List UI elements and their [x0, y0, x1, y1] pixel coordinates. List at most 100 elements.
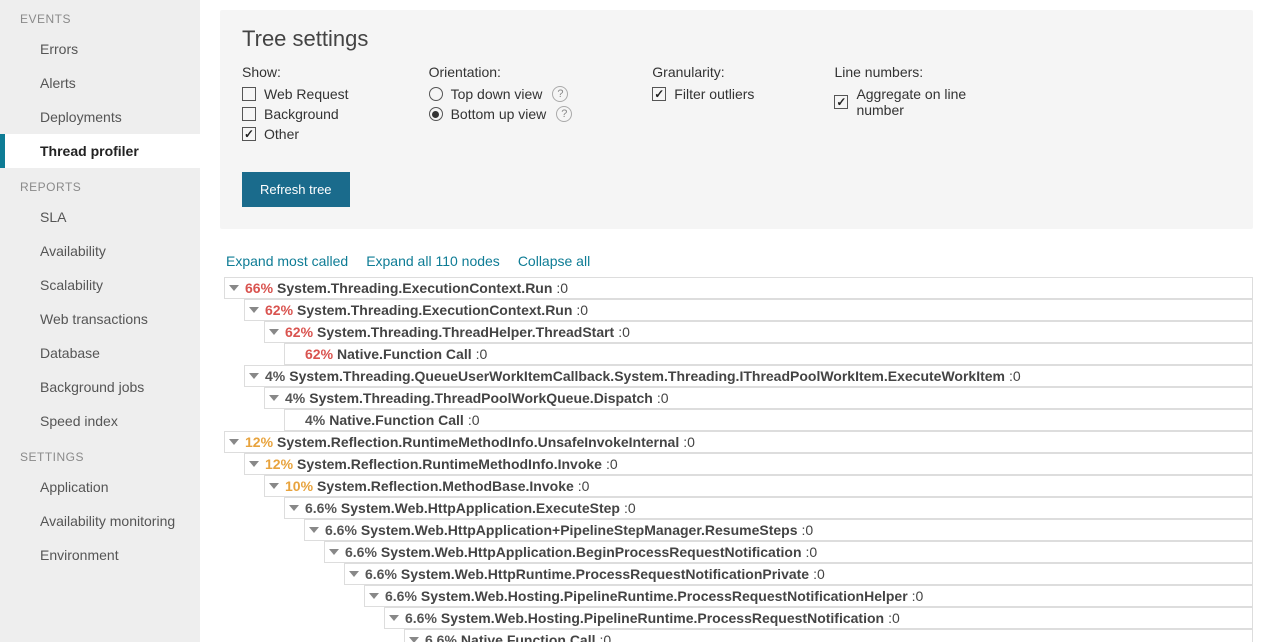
tree-row[interactable]: 6.6% System.Web.HttpApplication+Pipeline… [304, 519, 1253, 541]
checkbox-icon[interactable] [242, 87, 256, 101]
orientation-option-top[interactable]: Top down view? [429, 84, 573, 104]
option-label: Aggregate on line number [856, 86, 994, 118]
option-label: Filter outliers [674, 86, 754, 102]
help-icon[interactable]: ? [556, 106, 572, 122]
sidebar-item-background[interactable]: Background jobs [0, 370, 200, 404]
sidebar-item-thread-profiler[interactable]: Thread profiler [0, 134, 200, 168]
tree-children: 62% System.Threading.ThreadHelper.Thread… [264, 321, 1253, 365]
sidebar-section-title: SETTINGS [0, 438, 200, 470]
orientation-option-bottom[interactable]: Bottom up view? [429, 104, 573, 124]
chevron-down-icon[interactable] [349, 571, 359, 577]
sidebar-item-avail-mon[interactable]: Availability monitoring [0, 504, 200, 538]
show-option-other[interactable]: Other [242, 124, 349, 144]
tree-node-percent: 66% [245, 280, 273, 296]
tree-row[interactable]: 6.6% System.Web.Hosting.PipelineRuntime.… [364, 585, 1253, 607]
radio-icon[interactable] [429, 107, 443, 121]
linenumbers-option-agg[interactable]: Aggregate on line number [834, 84, 994, 120]
sidebar-item-label: Speed index [40, 413, 118, 429]
granularity-option-filter[interactable]: Filter outliers [652, 84, 754, 104]
checkbox-icon[interactable] [242, 127, 256, 141]
sidebar-item-label: Background jobs [40, 379, 144, 395]
chevron-down-icon[interactable] [269, 395, 279, 401]
tree-node-name: Native.Function Call [329, 412, 464, 428]
chevron-down-icon[interactable] [409, 637, 419, 642]
radio-icon[interactable] [429, 87, 443, 101]
sidebar-item-deployments[interactable]: Deployments [0, 100, 200, 134]
settings-show-label: Show: [242, 64, 349, 80]
sidebar-item-label: SLA [40, 209, 66, 225]
tree-row[interactable]: 6.6% Native.Function Call :0 [404, 629, 1253, 642]
settings-linenumbers-group: Line numbers: Aggregate on line number [834, 64, 994, 144]
tree-row[interactable]: 12% System.Reflection.RuntimeMethodInfo.… [224, 431, 1253, 453]
tree-row[interactable]: 4% System.Threading.ThreadPoolWorkQueue.… [264, 387, 1253, 409]
show-option-web[interactable]: Web Request [242, 84, 349, 104]
chevron-down-icon[interactable] [269, 483, 279, 489]
tree-node-name: System.Reflection.MethodBase.Invoke [317, 478, 574, 494]
sidebar-item-application[interactable]: Application [0, 470, 200, 504]
sidebar-item-label: Errors [40, 41, 78, 57]
tree-node-line: :0 [578, 478, 590, 494]
sidebar-item-database[interactable]: Database [0, 336, 200, 370]
tree-row[interactable]: 62% System.Threading.ThreadHelper.Thread… [264, 321, 1253, 343]
settings-granularity-group: Granularity: Filter outliers [652, 64, 754, 144]
chevron-down-icon[interactable] [309, 527, 319, 533]
tree-row[interactable]: 62% Native.Function Call :0 [284, 343, 1253, 365]
collapse-all-link[interactable]: Collapse all [518, 253, 590, 269]
tree-row[interactable]: 12% System.Reflection.RuntimeMethodInfo.… [244, 453, 1253, 475]
chevron-down-icon[interactable] [229, 439, 239, 445]
checkbox-icon[interactable] [242, 107, 256, 121]
chevron-down-icon[interactable] [229, 285, 239, 291]
tree-node-percent: 4% [265, 368, 285, 384]
tree-node-line: :0 [600, 632, 612, 642]
tree-row[interactable]: 62% System.Threading.ExecutionContext.Ru… [244, 299, 1253, 321]
sidebar-item-web-tx[interactable]: Web transactions [0, 302, 200, 336]
tree-row[interactable]: 6.6% System.Web.HttpRuntime.ProcessReque… [344, 563, 1253, 585]
checkbox-icon[interactable] [652, 87, 666, 101]
tree-row[interactable]: 4% System.Threading.QueueUserWorkItemCal… [244, 365, 1253, 387]
sidebar-item-errors[interactable]: Errors [0, 32, 200, 66]
chevron-down-icon[interactable] [269, 329, 279, 335]
tree-children: 6.6% System.Web.HttpApplication+Pipeline… [304, 519, 1253, 642]
tree-row[interactable]: 10% System.Reflection.MethodBase.Invoke … [264, 475, 1253, 497]
chevron-down-icon[interactable] [329, 549, 339, 555]
tree-node-percent: 10% [285, 478, 313, 494]
sidebar-item-availability[interactable]: Availability [0, 234, 200, 268]
tree-children: 4% System.Threading.ThreadPoolWorkQueue.… [264, 387, 1253, 431]
sidebar-section-title: EVENTS [0, 0, 200, 32]
sidebar-item-label: Availability [40, 243, 106, 259]
chevron-down-icon[interactable] [249, 461, 259, 467]
sidebar-item-sla[interactable]: SLA [0, 200, 200, 234]
chevron-down-icon[interactable] [369, 593, 379, 599]
tree-row[interactable]: 4% Native.Function Call :0 [284, 409, 1253, 431]
sidebar-item-environment[interactable]: Environment [0, 538, 200, 572]
expand-all-nodes-link[interactable]: Expand all 110 nodes [366, 253, 500, 269]
expand-most-called-link[interactable]: Expand most called [226, 253, 348, 269]
help-icon[interactable]: ? [552, 86, 568, 102]
tree-node-line: :0 [624, 500, 636, 516]
tree-node-percent: 6.6% [305, 500, 337, 516]
tree-node-name: System.Web.HttpApplication.BeginProcessR… [381, 544, 802, 560]
tree-row[interactable]: 6.6% System.Web.HttpApplication.ExecuteS… [284, 497, 1253, 519]
tree-children: 62% Native.Function Call :0 [284, 343, 1253, 365]
chevron-down-icon[interactable] [249, 373, 259, 379]
tree-row[interactable]: 66% System.Threading.ExecutionContext.Ru… [224, 277, 1253, 299]
chevron-down-icon[interactable] [249, 307, 259, 313]
tree-node-name: System.Web.HttpApplication+PipelineStepM… [361, 522, 798, 538]
tree-node-name: System.Threading.ThreadPoolWorkQueue.Dis… [309, 390, 653, 406]
settings-orientation-group: Orientation: Top down view?Bottom up vie… [429, 64, 573, 144]
tree-node-name: Native.Function Call [461, 632, 596, 642]
sidebar-item-alerts[interactable]: Alerts [0, 66, 200, 100]
sidebar-item-label: Deployments [40, 109, 122, 125]
chevron-down-icon[interactable] [289, 505, 299, 511]
show-option-bg[interactable]: Background [242, 104, 349, 124]
sidebar-item-scalability[interactable]: Scalability [0, 268, 200, 302]
tree-row[interactable]: 6.6% System.Web.HttpApplication.BeginPro… [324, 541, 1253, 563]
tree-node-line: :0 [806, 544, 818, 560]
tree-node-line: :0 [657, 390, 669, 406]
sidebar-item-speed[interactable]: Speed index [0, 404, 200, 438]
refresh-tree-button[interactable]: Refresh tree [242, 172, 350, 207]
chevron-down-icon[interactable] [389, 615, 399, 621]
tree-row[interactable]: 6.6% System.Web.Hosting.PipelineRuntime.… [384, 607, 1253, 629]
checkbox-icon[interactable] [834, 95, 848, 109]
tree-node-name: System.Reflection.RuntimeMethodInfo.Invo… [297, 456, 602, 472]
